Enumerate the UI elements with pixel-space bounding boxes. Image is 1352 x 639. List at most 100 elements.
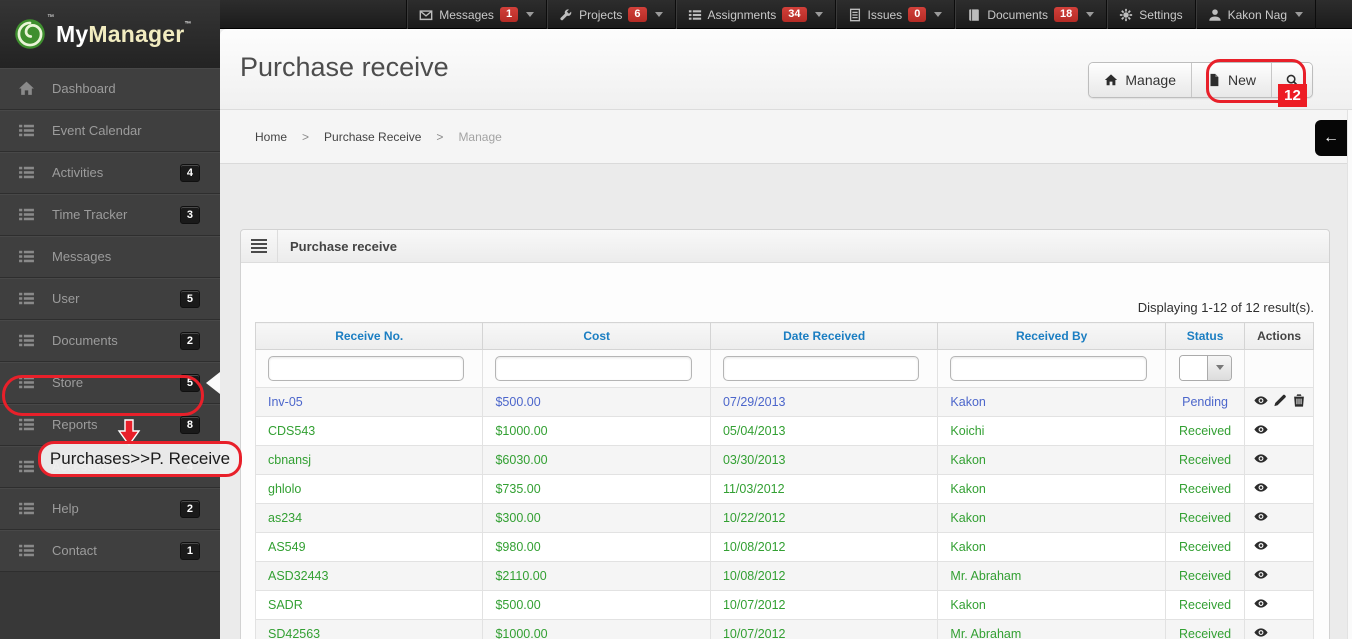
date-received-cell: 07/29/2013 [709, 387, 939, 417]
received-by-cell: Kakon [937, 445, 1166, 475]
chevron-down-icon [1295, 12, 1303, 17]
actions-cell [1244, 619, 1314, 639]
date-received-cell: 10/07/2012 [709, 590, 939, 620]
filter-receive-no-input[interactable] [268, 356, 465, 381]
view-button[interactable] [1253, 596, 1270, 611]
sidebar-badge: 4 [179, 163, 200, 182]
received-by-cell: Koichi [937, 416, 1166, 446]
sidebar-item-contact[interactable]: Contact 1 [0, 530, 220, 572]
panel-menu-button[interactable] [241, 230, 278, 262]
nav-item-messages[interactable]: Messages 1 [406, 0, 546, 29]
received-by-cell: Kakon [937, 474, 1166, 504]
view-button[interactable] [1253, 451, 1270, 466]
receive-no-cell: SADR [254, 590, 484, 620]
nav-item-assignments[interactable]: Assignments 34 [674, 0, 835, 29]
tm-mark: ™ [47, 14, 54, 21]
sidebar-item-time-tracker[interactable]: Time Tracker 3 [0, 194, 220, 236]
filter-cost-input[interactable] [495, 356, 692, 381]
nav-item-documents[interactable]: Documents 18 [954, 0, 1106, 29]
nav-item-kakon-nag[interactable]: Kakon Nag [1194, 0, 1316, 29]
page-header: Purchase receive Manage New [220, 29, 1352, 110]
sidebar-badge: 3 [179, 205, 200, 224]
collapse-panel-button[interactable]: ← [1315, 120, 1347, 156]
sidebar-item-store[interactable]: Store 5 [0, 362, 220, 404]
sidebar-item-reports[interactable]: Reports 8 [0, 404, 220, 446]
filter-cell [937, 349, 1166, 388]
dropdown-button[interactable] [1206, 355, 1231, 380]
nav-item-label: Messages [439, 7, 494, 22]
sidebar-item-label: Time Tracker [52, 207, 128, 222]
snail-logo-icon [15, 19, 45, 49]
nav-item-label: Kakon Nag [1227, 7, 1287, 22]
sidebar-item-label: Dashboard [52, 81, 116, 96]
back-arrow-icon: ← [1323, 129, 1339, 146]
breadcrumb-home[interactable]: Home [255, 130, 287, 144]
column-header-date-received[interactable]: Date Received [709, 322, 939, 350]
date-received-cell: 05/04/2013 [709, 416, 939, 446]
new-button[interactable]: New [1190, 63, 1271, 97]
sidebar-item-documents[interactable]: Documents 2 [0, 320, 220, 362]
edit-button[interactable] [1272, 393, 1289, 408]
view-button[interactable] [1253, 422, 1270, 437]
manage-button[interactable]: Manage [1089, 63, 1191, 97]
view-button[interactable] [1253, 538, 1270, 553]
date-received-cell: 10/08/2012 [709, 532, 939, 562]
filter-received-by-input[interactable] [950, 356, 1147, 381]
filter-cell [482, 349, 711, 388]
page-title: Purchase receive [240, 52, 449, 82]
app-logo[interactable]: ™ MyManager™ [0, 0, 220, 68]
sidebar: Dashboard Event Calendar Activities 4 Time T… [0, 68, 220, 639]
sidebar-item-accessories[interactable]: Accessories 4 [0, 446, 220, 488]
cost-cell: $1000.00 [482, 416, 711, 446]
view-button[interactable] [1253, 625, 1270, 639]
search-button[interactable] [1271, 63, 1312, 97]
sidebar-badge: 5 [179, 373, 200, 392]
nav-item-issues[interactable]: Issues 0 [834, 0, 955, 29]
cost-cell: $300.00 [482, 503, 711, 533]
scrollbar-track[interactable] [1347, 110, 1352, 639]
sidebar-item-help[interactable]: Help 2 [0, 488, 220, 530]
search-icon [1285, 73, 1299, 87]
file-icon [1207, 73, 1221, 87]
received-by-cell: Mr. Abraham [937, 619, 1166, 639]
column-header-status[interactable]: Status [1164, 322, 1246, 350]
sidebar-badge: 1 [179, 541, 200, 560]
sidebar-item-activities[interactable]: Activities 4 [0, 152, 220, 194]
nav-item-projects[interactable]: Projects 6 [546, 0, 674, 29]
sidebar-badge: 5 [179, 289, 200, 308]
panel-body: Displaying 1-12 of 12 result(s). Receive… [241, 300, 1329, 639]
sidebar-item-label: Contact [52, 543, 97, 558]
sidebar-item-label: Activities [52, 165, 104, 180]
receive-no-cell: as234 [254, 503, 484, 533]
status-badge: Pending [1164, 387, 1246, 417]
sidebar-item-messages[interactable]: Messages [0, 236, 220, 278]
view-button[interactable] [1253, 393, 1270, 408]
column-header-cost[interactable]: Cost [482, 322, 711, 350]
filter-date-received-input[interactable] [722, 356, 920, 381]
view-button[interactable] [1253, 567, 1270, 582]
sidebar-item-label: Help [52, 501, 79, 516]
table-row: ASD32443 $2110.00 10/08/2012 Mr. Abraham Rec… [254, 561, 1314, 591]
sidebar-item-user[interactable]: User 5 [0, 278, 220, 320]
view-button[interactable] [1253, 509, 1270, 524]
sidebar-badge: 2 [179, 499, 200, 518]
table-row: ghlolo $735.00 11/03/2012 Kakon Received [254, 474, 1314, 504]
sidebar-item-dashboard[interactable]: Dashboard [0, 68, 220, 110]
status-badge: Received [1164, 503, 1246, 533]
wrench-icon [559, 8, 573, 22]
sidebar-item-event-calendar[interactable]: Event Calendar [0, 110, 220, 152]
sidebar-item-label: User [52, 291, 80, 306]
table-row: cbnansj $6030.00 03/30/2013 Kakon Received [254, 445, 1314, 475]
nav-item-settings[interactable]: Settings [1106, 0, 1194, 29]
view-button[interactable] [1253, 480, 1270, 495]
gear-icon [1119, 8, 1133, 22]
column-header-received-by[interactable]: Received By [937, 322, 1166, 350]
delete-button[interactable] [1291, 393, 1308, 408]
column-header-receive-no[interactable]: Receive No. [254, 322, 484, 350]
breadcrumb-purchase-receive[interactable]: Purchase Receive [324, 130, 421, 144]
table-row: AS549 $980.00 10/08/2012 Kakon Received [254, 532, 1314, 562]
receive-no-cell: CDS543 [254, 416, 484, 446]
status-badge: Received [1164, 474, 1246, 504]
date-received-cell: 11/03/2012 [709, 474, 939, 504]
status-filter-select[interactable] [1178, 354, 1232, 381]
